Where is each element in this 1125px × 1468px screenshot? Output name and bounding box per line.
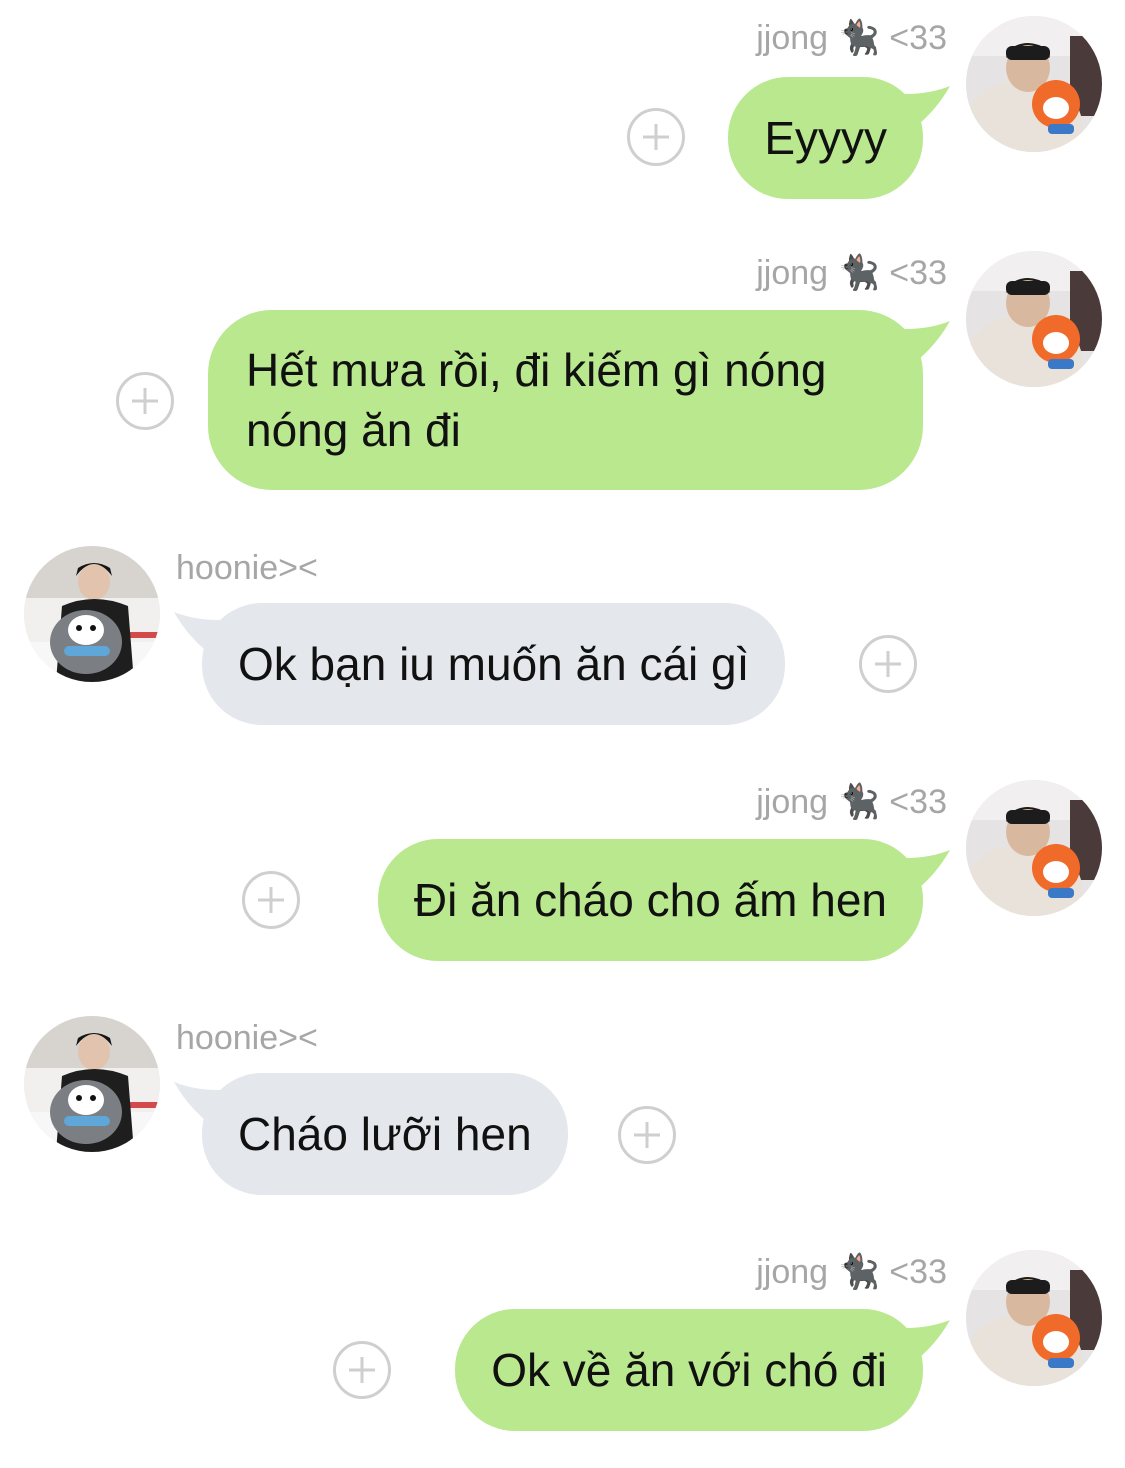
avatar-photo-icon [24,1016,160,1152]
avatar[interactable] [966,16,1102,152]
add-reaction-icon[interactable] [242,871,300,929]
message-bubble[interactable]: Cháo lưỡi hen [202,1073,568,1195]
avatar-photo-icon [24,546,160,682]
message-bubble[interactable]: Ok bạn iu muốn ăn cái gì [202,603,786,725]
sender-name: jjong 🐈‍⬛ <33 [756,19,947,57]
avatar[interactable] [966,1250,1102,1386]
sender-name: hoonie>< [176,549,318,587]
message-bubble[interactable]: Hết mưa rồi, đi kiếm gì nóng nóng ăn đi [208,310,923,490]
add-reaction-icon[interactable] [333,1341,391,1399]
message-bubble[interactable]: Ok về ăn với chó đi [455,1309,923,1431]
message-bubble[interactable]: Eyyyy [728,77,923,199]
avatar-photo-icon [966,16,1102,152]
sender-name: jjong 🐈‍⬛ <33 [756,1253,947,1291]
avatar[interactable] [966,780,1102,916]
avatar[interactable] [24,1016,160,1152]
add-reaction-icon[interactable] [116,372,174,430]
sender-name: jjong 🐈‍⬛ <33 [756,254,947,292]
add-reaction-icon[interactable] [627,108,685,166]
sender-name: jjong 🐈‍⬛ <33 [756,783,947,821]
avatar[interactable] [966,251,1102,387]
avatar-photo-icon [966,251,1102,387]
add-reaction-icon[interactable] [618,1106,676,1164]
avatar[interactable] [24,546,160,682]
add-reaction-icon[interactable] [859,635,917,693]
avatar-photo-icon [966,780,1102,916]
sender-name: hoonie>< [176,1019,318,1057]
message-bubble[interactable]: Đi ăn cháo cho ấm hen [377,839,923,961]
avatar-photo-icon [966,1250,1102,1386]
